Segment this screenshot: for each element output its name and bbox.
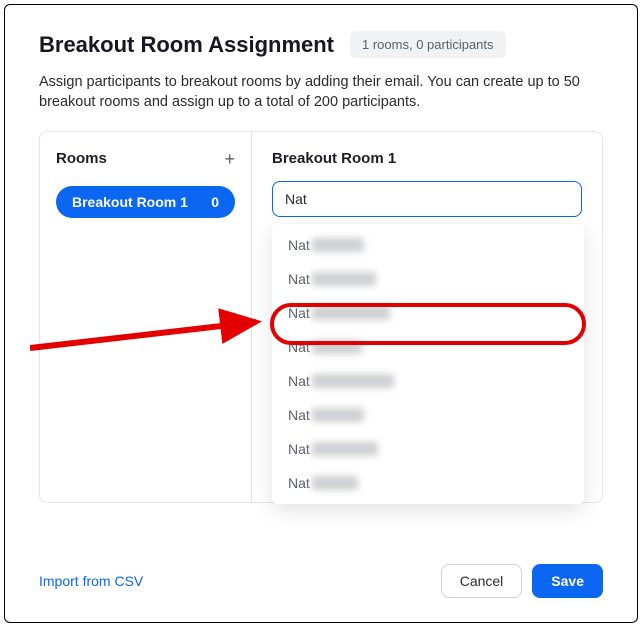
suggestion-obscured-text	[312, 374, 394, 388]
save-button[interactable]: Save	[532, 564, 603, 598]
suggestion-obscured-text	[312, 238, 364, 252]
suggestion-obscured-text	[312, 272, 376, 286]
suggestion-dropdown: Nat Nat Nat Nat Nat Nat Nat Nat	[272, 224, 584, 504]
suggestion-prefix: Nat	[288, 271, 310, 287]
assignment-panel: Rooms + Breakout Room 1 0 Breakout Room …	[39, 131, 603, 503]
rooms-column: Rooms + Breakout Room 1 0	[40, 132, 252, 502]
suggestion-prefix: Nat	[288, 475, 310, 491]
suggestion-prefix: Nat	[288, 407, 310, 423]
import-csv-link[interactable]: Import from CSV	[39, 573, 143, 589]
suggestion-prefix: Nat	[288, 237, 310, 253]
suggestion-prefix: Nat	[288, 339, 310, 355]
suggestion-obscured-text	[312, 340, 362, 354]
suggestion-item[interactable]: Nat	[272, 228, 584, 262]
modal-title: Breakout Room Assignment	[39, 32, 334, 58]
suggestion-item[interactable]: Nat	[272, 262, 584, 296]
suggestion-obscured-text	[312, 442, 378, 456]
add-room-icon[interactable]: +	[224, 150, 235, 168]
suggestion-prefix: Nat	[288, 441, 310, 457]
breakout-assignment-modal: Breakout Room Assignment 1 rooms, 0 part…	[4, 4, 638, 623]
suggestion-obscured-text	[312, 476, 358, 490]
suggestion-item[interactable]: Nat	[272, 296, 584, 330]
suggestion-item[interactable]: Nat	[272, 330, 584, 364]
suggestion-prefix: Nat	[288, 305, 310, 321]
modal-header: Breakout Room Assignment 1 rooms, 0 part…	[39, 31, 603, 58]
suggestion-obscured-text	[312, 306, 390, 320]
modal-footer: Import from CSV Cancel Save	[39, 534, 603, 598]
suggestion-prefix: Nat	[288, 373, 310, 389]
room-item-count: 0	[211, 194, 219, 210]
modal-description: Assign participants to breakout rooms by…	[39, 72, 603, 113]
participant-search-input[interactable]	[272, 181, 582, 217]
room-detail-title: Breakout Room 1	[272, 150, 582, 167]
suggestion-item[interactable]: Nat	[272, 398, 584, 432]
suggestion-item[interactable]: Nat	[272, 364, 584, 398]
suggestion-item[interactable]: Nat	[272, 466, 584, 500]
suggestion-item[interactable]: Nat	[272, 432, 584, 466]
suggestion-obscured-text	[312, 408, 364, 422]
cancel-button[interactable]: Cancel	[441, 564, 523, 598]
rooms-heading-label: Rooms	[56, 150, 107, 167]
room-item-label: Breakout Room 1	[72, 194, 188, 210]
room-detail-column: Breakout Room 1 Nat Nat Nat Nat Nat Nat Nat Nat	[252, 132, 602, 502]
rooms-header: Rooms +	[56, 150, 235, 168]
room-summary-pill: 1 rooms, 0 participants	[350, 31, 506, 58]
room-item-selected[interactable]: Breakout Room 1 0	[56, 186, 235, 218]
